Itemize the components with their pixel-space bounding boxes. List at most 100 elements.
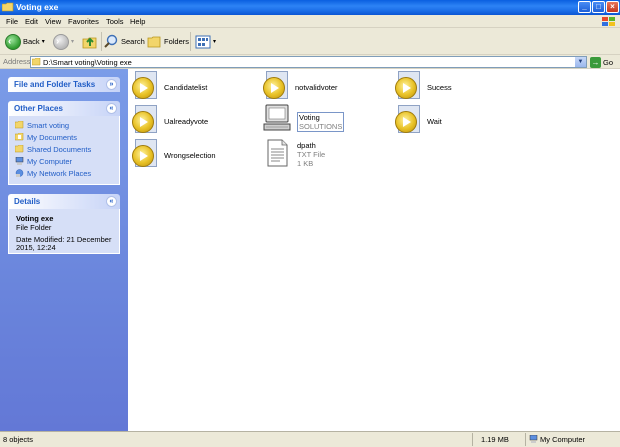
file-item[interactable]: Wrongselection [131,139,216,169]
close-button[interactable]: × [606,1,619,13]
network-icon [15,169,24,177]
details-body: Voting exe File Folder Date Modified: 21… [8,209,120,254]
address-field[interactable]: D:\Smart voting\Voting exe ▼ [30,56,587,68]
panel-title: File and Folder Tasks [14,80,96,89]
documents-folder-icon [15,133,24,141]
status-divider [472,433,473,446]
maximize-button[interactable]: □ [592,1,605,13]
media-file-icon [131,139,159,169]
menu-view[interactable]: View [45,17,61,26]
place-label: My Network Places [27,168,92,178]
file-folder-tasks-header[interactable]: File and Folder Tasks » [8,77,120,92]
panel-title: Other Places [14,104,63,113]
media-file-icon [394,71,422,101]
toolbar-separator [190,32,191,51]
place-my-documents[interactable]: My Documents [15,132,77,142]
file-name: Wrongselection [164,151,216,160]
file-name: Candidatelist [164,83,208,92]
status-size: 1.19 MB [481,435,509,444]
collapse-chevron-icon[interactable]: « [106,103,117,114]
collapse-chevron-icon[interactable]: « [106,196,117,207]
place-my-network-places[interactable]: My Network Places [15,168,91,178]
computer-icon [15,157,24,165]
file-size: 1 KB [297,159,314,168]
expand-chevron-icon[interactable]: » [106,79,117,90]
dropdown-arrow-icon: ▾ [213,39,217,45]
file-item[interactable]: Wait [394,105,442,135]
status-location: My Computer [540,435,586,444]
back-button[interactable]: ‹ Back ▾ [5,32,45,51]
menu-tools[interactable]: Tools [106,17,124,26]
back-arrow-icon: ‹ [5,33,21,50]
file-type: TXT File [297,150,326,159]
details-name: Voting exe [16,214,54,223]
file-name: dpath [297,141,316,150]
place-shared-documents[interactable]: Shared Documents [15,144,91,154]
file-name-box: Voting SOLUTIONS [297,112,345,132]
other-places-body: Smart voting My Documents Shared Documen… [8,116,120,185]
computer-icon [529,435,538,443]
details-modified-time: 2015, 12:24 [16,243,56,252]
status-bar: 8 objects 1.19 MB My Computer [0,431,620,447]
media-file-icon [131,71,159,101]
file-label-block: dpath TXT File 1 KB [297,141,325,168]
folder-icon [15,121,24,129]
menu-favorites[interactable]: Favorites [68,17,99,26]
menu-help[interactable]: Help [130,17,145,26]
forward-button[interactable]: › ▾ [53,32,74,51]
file-item[interactable]: Voting SOLUTIONS [262,103,345,133]
forward-arrow-icon: › [53,33,69,50]
minimize-button[interactable]: _ [578,1,591,13]
place-label: Shared Documents [27,144,92,154]
views-button[interactable]: ▾ [195,32,216,51]
folder-icon [32,58,41,66]
file-name: Sucess [427,83,452,92]
toolbar: ‹ Back ▾ › ▾ Search Folders ▾ [0,28,620,55]
place-label: My Computer [27,156,73,166]
address-bar: Address D:\Smart voting\Voting exe ▼ → G… [0,55,620,69]
up-folder-button[interactable] [82,32,98,51]
folder-icon [2,2,14,12]
details-header[interactable]: Details « [8,194,120,209]
search-button[interactable]: Search [104,32,145,51]
file-name: notvalidvoter [295,83,338,92]
views-icon [195,35,211,48]
dropdown-arrow-icon: ▾ [71,39,75,45]
menu-bar: File Edit View Favorites Tools Help [0,15,620,28]
status-divider [525,433,526,446]
other-places-header[interactable]: Other Places « [8,101,120,116]
file-name: Wait [427,117,442,126]
search-icon [104,34,118,48]
folders-label: Folders [164,37,190,46]
place-my-computer[interactable]: My Computer [15,156,72,166]
file-item[interactable]: Sucess [394,71,452,101]
folders-icon [147,36,161,47]
windows-logo-icon [602,17,615,26]
details-type: File Folder [16,223,52,232]
file-item[interactable]: notvalidvoter [262,71,338,101]
dropdown-arrow-icon: ▾ [41,39,45,45]
go-arrow-icon: → [590,56,601,68]
place-smart-voting[interactable]: Smart voting [15,120,69,130]
file-name: Ualreadyvote [164,117,209,126]
file-item[interactable]: Candidatelist [131,71,207,101]
media-file-icon [394,105,422,135]
folders-button[interactable]: Folders [147,32,189,51]
file-item[interactable]: Ualreadyvote [131,105,208,135]
place-label: My Documents [27,132,78,142]
menu-file[interactable]: File [6,17,18,26]
file-company: SOLUTIONS [299,122,343,131]
shared-folder-icon [15,145,24,153]
text-file-icon [267,139,288,167]
back-label: Back [23,37,40,46]
file-label-block: Voting SOLUTIONS [297,112,345,132]
file-item[interactable]: dpath TXT File 1 KB [262,138,325,168]
address-dropdown-button[interactable]: ▼ [575,57,586,67]
place-label: Smart voting [27,120,70,130]
panel-title: Details [14,197,41,206]
menu-edit[interactable]: Edit [25,17,38,26]
go-button[interactable]: → Go [590,56,613,68]
title-bar: Voting exe _ □ × [0,0,620,15]
file-list: Candidatelist notvalidvoter Sucess Ualre… [128,69,620,431]
file-name: Voting [299,113,320,122]
